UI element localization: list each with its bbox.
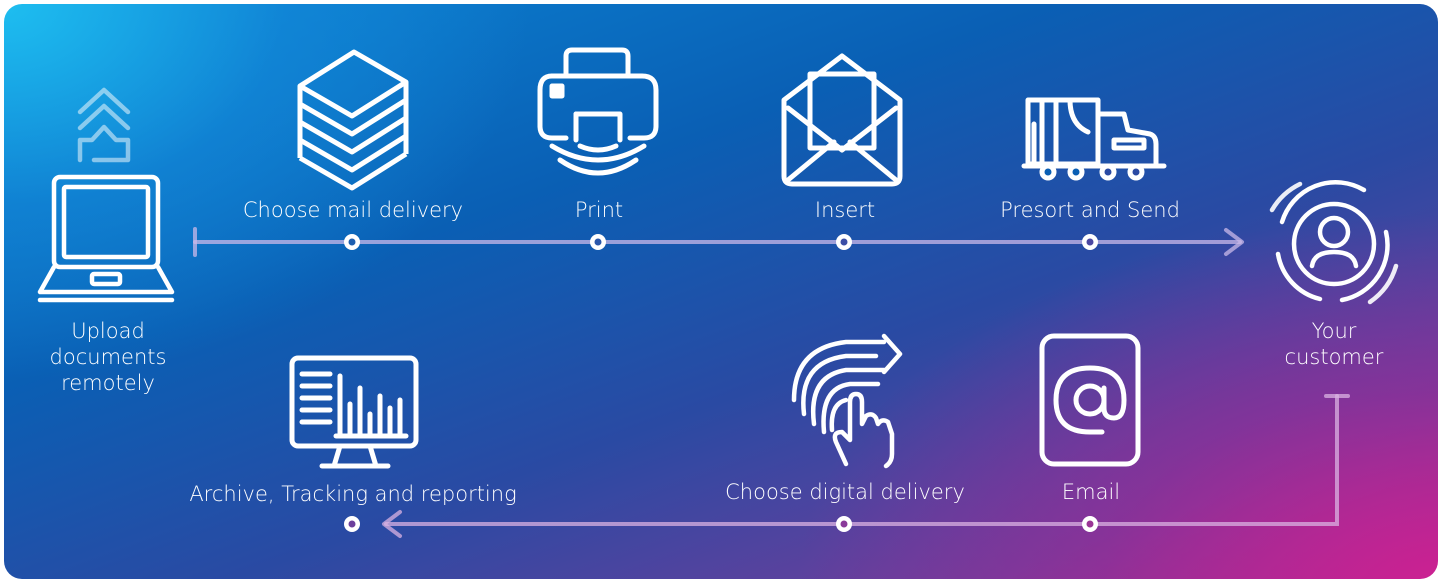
- envelope-icon: [781, 53, 903, 187]
- digital-step-dot: [1082, 516, 1098, 532]
- fingerprint-touch-icon: [791, 333, 903, 469]
- mail-step-label: Print: [574, 198, 624, 222]
- digital-step-label: Archive, Tracking and reporting: [189, 482, 517, 506]
- mail-step-dot: [344, 234, 360, 250]
- delivery-truck-icon: [1021, 97, 1167, 181]
- mail-step-label: Presort and Send: [1000, 198, 1180, 222]
- customer-icon: [1269, 180, 1399, 305]
- mail-step-label: Insert: [814, 198, 876, 222]
- monitor-report-icon: [289, 355, 419, 469]
- source-label: Upload documents remotely: [50, 318, 167, 396]
- target-label-line: Your: [1311, 319, 1357, 343]
- digital-step-label: Choose digital delivery: [725, 480, 965, 504]
- target-label-line: customer: [1284, 345, 1384, 369]
- mail-step-dot: [836, 234, 852, 250]
- mail-step-label: Choose mail delivery: [242, 198, 464, 222]
- laptop-upload-icon: [37, 87, 175, 303]
- email-at-icon: [1039, 333, 1141, 467]
- source-label-line: Upload: [71, 319, 145, 343]
- mail-step-dot: [1082, 234, 1098, 250]
- target-label: Your customer: [1285, 318, 1384, 370]
- source-label-line: documents: [49, 345, 167, 369]
- paper-stack-icon: [297, 49, 409, 191]
- digital-step-dot: [836, 516, 852, 532]
- printer-icon: [537, 47, 659, 176]
- digital-step-label: Email: [1061, 480, 1121, 504]
- mail-step-dot: [590, 234, 606, 250]
- source-label-line: remotely: [61, 371, 155, 395]
- digital-step-dot: [344, 516, 360, 532]
- workflow-diagram: Upload documents remotely Your customer …: [4, 4, 1438, 579]
